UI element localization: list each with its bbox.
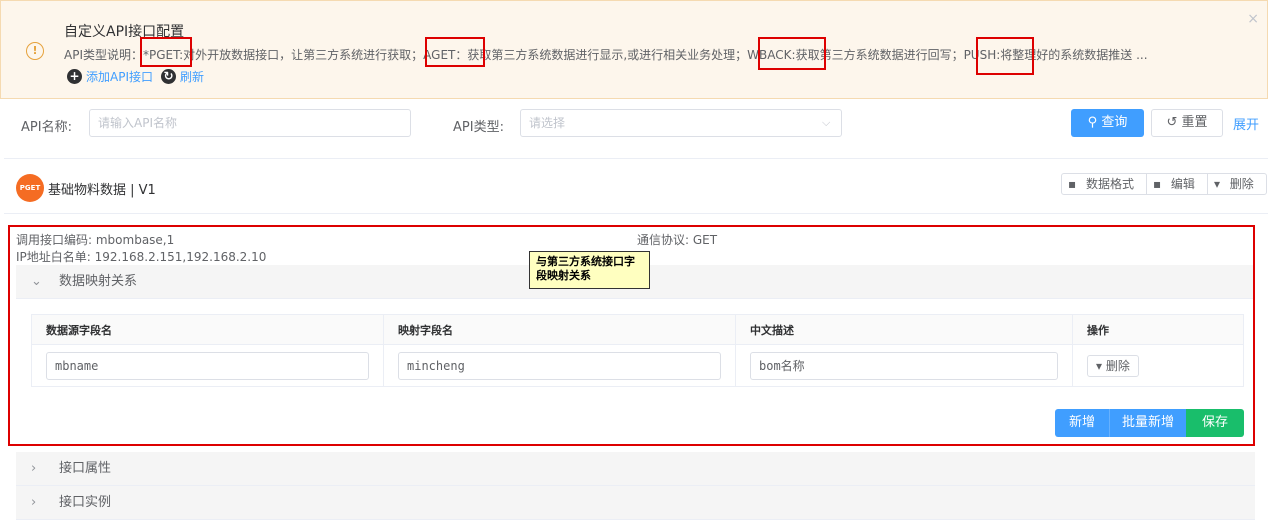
- card-title: 基础物料数据 | V1: [48, 183, 156, 198]
- plus-icon[interactable]: +: [67, 69, 82, 84]
- query-button-label: 查询: [1101, 115, 1128, 130]
- col-actions: 操作: [1072, 314, 1244, 345]
- card-header: PGET 基础物料数据 | V1 ▪ 数据格式 ▪ 编辑 ▾ 删除: [4, 159, 1268, 214]
- edit-label: 编辑: [1170, 177, 1195, 191]
- card-delete-button[interactable]: ▾ 删除: [1208, 174, 1266, 194]
- properties-section-title: 接口属性: [59, 461, 112, 476]
- call-code: 调用接口编码: mbombase,1: [16, 233, 175, 247]
- reset-button-label: 重置: [1181, 115, 1208, 130]
- search-icon: ⚲: [1087, 115, 1098, 130]
- highlight-aget: [425, 37, 485, 67]
- protocol: 通信协议: GET: [637, 233, 718, 247]
- ip-whitelist: IP地址白名单: 192.168.2.151,192.168.2.10: [16, 250, 267, 264]
- col-source-field: 数据源字段名: [31, 314, 384, 345]
- api-name-label: API名称:: [21, 120, 72, 135]
- query-button[interactable]: ⚲ 查询: [1071, 109, 1144, 137]
- close-icon[interactable]: ×: [1247, 11, 1259, 27]
- data-format-label: 数据格式: [1085, 177, 1134, 191]
- example-section-header[interactable]: › 接口实例: [16, 486, 1255, 520]
- highlight-push: [976, 37, 1034, 75]
- chevron-down-icon: ⌵: [822, 116, 831, 129]
- mapped-field-input[interactable]: [398, 351, 721, 380]
- annotation-note: 与第三方系统接口字段映射关系: [529, 251, 650, 289]
- description-input[interactable]: [750, 351, 1058, 380]
- properties-section-header[interactable]: › 接口属性: [16, 452, 1255, 486]
- add-row-button[interactable]: 新增: [1055, 409, 1109, 437]
- expand-label: 展开: [1233, 118, 1260, 133]
- expand-toggle[interactable]: 展开: [1233, 114, 1259, 133]
- edit-button[interactable]: ▪ 编辑: [1147, 174, 1208, 194]
- row-delete-label: 删除: [1105, 358, 1130, 373]
- highlight-pget: [140, 37, 192, 67]
- col-mapped-field: 映射字段名: [383, 314, 736, 345]
- mapping-section-title: 数据映射关系: [59, 274, 138, 289]
- reset-icon: ↺: [1166, 115, 1178, 130]
- example-section-title: 接口实例: [59, 495, 112, 510]
- alert-links: + 添加API接口 ↻ 刷新: [67, 68, 204, 85]
- col-description: 中文描述: [735, 314, 1073, 345]
- batch-add-button[interactable]: 批量新增: [1109, 409, 1186, 437]
- refresh-link[interactable]: 刷新: [180, 68, 204, 85]
- add-api-link[interactable]: 添加API接口: [86, 68, 153, 85]
- api-type-label: API类型:: [453, 120, 504, 135]
- api-type-badge: PGET: [16, 174, 44, 202]
- info-icon: !: [26, 42, 44, 60]
- row-delete-button[interactable]: ▾ 删除: [1087, 354, 1139, 377]
- refresh-icon[interactable]: ↻: [161, 69, 176, 84]
- chevron-down-icon: ⌄: [31, 274, 42, 289]
- table-header-row: 数据源字段名 映射字段名 中文描述 操作: [31, 314, 1244, 345]
- card-actions: ▪ 数据格式 ▪ 编辑 ▾ 删除: [1061, 173, 1267, 195]
- data-format-button[interactable]: ▪ 数据格式: [1062, 174, 1147, 194]
- api-name-input[interactable]: [89, 109, 411, 137]
- save-button[interactable]: 保存: [1186, 409, 1244, 437]
- reset-button[interactable]: ↺ 重置: [1151, 109, 1223, 137]
- card-delete-label: 删除: [1229, 177, 1254, 191]
- api-type-select[interactable]: [520, 109, 842, 137]
- chevron-right-icon: ›: [31, 461, 37, 476]
- chevron-right-icon: ›: [31, 495, 37, 510]
- highlight-wback: [758, 37, 826, 70]
- table-row: ▾ 删除: [31, 344, 1244, 387]
- source-field-input[interactable]: [46, 351, 369, 380]
- mapping-table: 数据源字段名 映射字段名 中文描述 操作 ▾ 删除: [31, 314, 1244, 387]
